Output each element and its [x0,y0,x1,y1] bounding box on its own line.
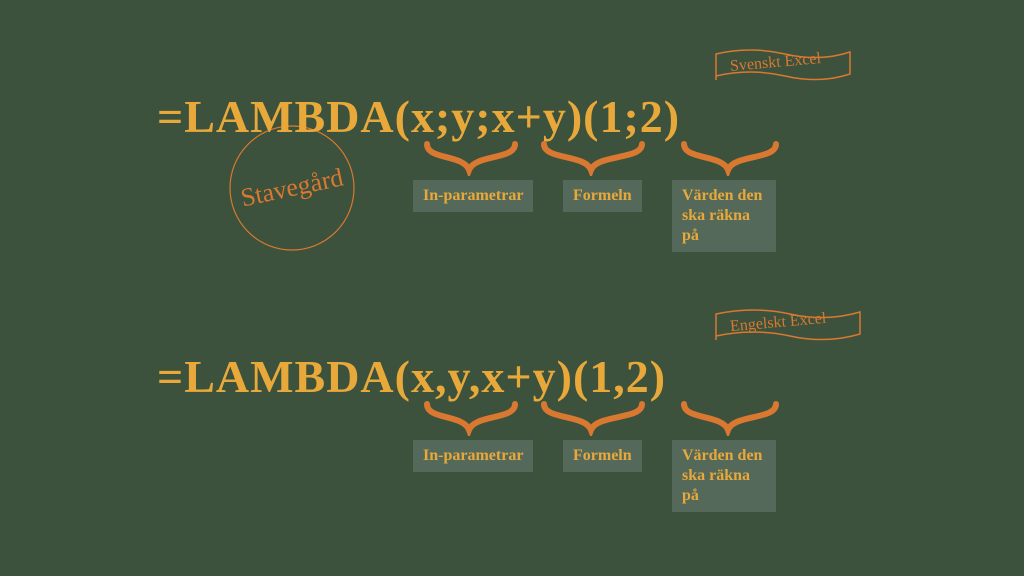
flag-swedish: Svenskt Excel [710,46,860,86]
label-inparams-en: In-parametrar [413,440,533,472]
label-values-en: Värden den ska räkna på [672,440,776,512]
brace-icon [423,140,519,181]
flag-english: Engelskt Excel [710,306,870,346]
label-values-sv: Värden den ska räkna på [672,180,776,252]
label-formula-en: Formeln [563,440,642,472]
formula-swedish: =LAMBDA(x;y;x+y)(1;2) [157,90,680,143]
label-inparams-sv: In-parametrar [413,180,533,212]
brace-icon [540,140,646,181]
brace-icon [680,140,780,181]
label-formula-sv: Formeln [563,180,642,212]
brace-icon [423,400,519,441]
brace-icon [540,400,646,441]
brace-icon [680,400,780,441]
formula-english: =LAMBDA(x,y,x+y)(1,2) [157,350,666,403]
